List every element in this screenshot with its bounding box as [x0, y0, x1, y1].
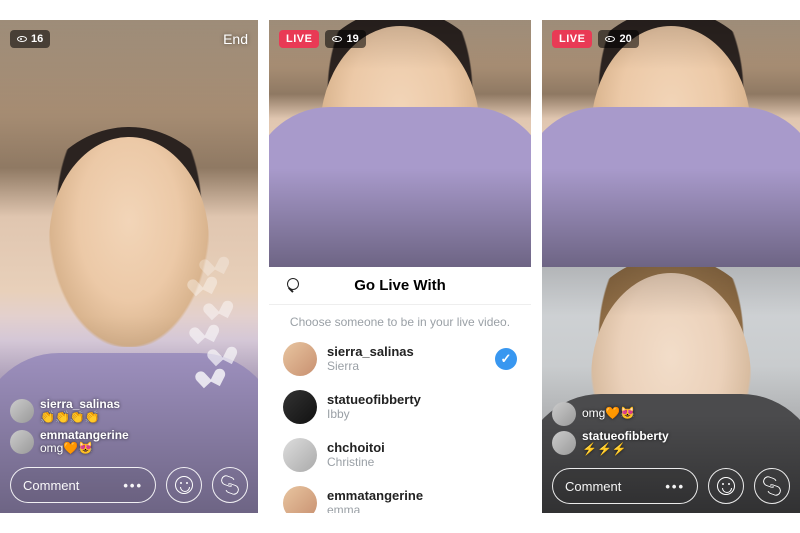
face-filters-button[interactable]: [708, 468, 744, 504]
smiley-icon: [175, 476, 193, 494]
live-badge: LIVE: [552, 30, 592, 48]
comment-feed: omg🧡😻 statueofibberty ⚡⚡⚡: [552, 402, 790, 456]
comment-item: omg🧡😻: [552, 402, 790, 426]
comment-placeholder: Comment: [23, 478, 79, 493]
comment-input[interactable]: Comment •••: [10, 467, 156, 503]
comment-text: omg🧡😻: [40, 442, 129, 455]
user-row[interactable]: sierra_salinas Sierra ✓: [269, 335, 531, 383]
more-icon[interactable]: •••: [665, 479, 685, 494]
hearts-stream: [180, 243, 250, 383]
viewer-count-pill[interactable]: 19: [325, 30, 365, 48]
user-list: sierra_salinas Sierra ✓ statueofibberty …: [269, 335, 531, 513]
smiley-icon: [717, 477, 735, 495]
switch-camera-icon: [763, 477, 781, 495]
switch-camera-button[interactable]: [754, 468, 790, 504]
comment-text: 👏👏👏👏: [40, 411, 120, 424]
split-live-screen: LIVE 20 omg🧡😻 statueofibber: [542, 20, 800, 513]
switch-camera-icon: [221, 476, 239, 494]
go-live-with-panel: Go Live With Choose someone to be in you…: [269, 267, 531, 513]
comment-placeholder: Comment: [565, 479, 621, 494]
username: emmatangerine: [327, 489, 517, 503]
live-badge: LIVE: [279, 30, 319, 48]
live-video-self: LIVE 19: [269, 20, 531, 267]
comment-item: sierra_salinas 👏👏👏👏: [10, 398, 248, 424]
face-filters-button[interactable]: [166, 467, 202, 503]
avatar: [10, 399, 34, 423]
comment-text: omg🧡😻: [582, 407, 635, 420]
comment-input[interactable]: Comment •••: [552, 468, 698, 504]
display-name: Christine: [327, 456, 517, 469]
live-video-self: LIVE 20: [542, 20, 800, 267]
panel-header: Go Live With: [269, 267, 531, 305]
viewer-count: 16: [31, 33, 43, 45]
comment-text: ⚡⚡⚡: [582, 443, 669, 456]
username: statueofibberty: [327, 393, 517, 407]
display-name: Sierra: [327, 360, 485, 373]
live-video-guest: omg🧡😻 statueofibberty ⚡⚡⚡ Comment •••: [542, 267, 800, 513]
user-row[interactable]: emmatangerine emma: [269, 479, 531, 513]
avatar: [10, 430, 34, 454]
switch-camera-button[interactable]: [212, 467, 248, 503]
panel-subtitle: Choose someone to be in your live video.: [269, 305, 531, 335]
avatar: [552, 431, 576, 455]
user-row[interactable]: chchoitoi Christine: [269, 431, 531, 479]
search-icon[interactable]: [279, 278, 295, 294]
more-icon[interactable]: •••: [123, 478, 143, 493]
viewer-count: 20: [619, 33, 631, 45]
live-video-self: 16 End sierra_salinas 👏👏👏👏: [0, 20, 258, 513]
viewer-count: 19: [346, 33, 358, 45]
viewer-count-pill[interactable]: 20: [598, 30, 638, 48]
avatar: [283, 390, 317, 424]
viewer-count-pill[interactable]: 16: [10, 30, 50, 48]
live-broadcast-screen: 16 End sierra_salinas 👏👏👏👏: [0, 20, 258, 513]
avatar: [283, 486, 317, 513]
avatar: [283, 342, 317, 376]
comment-item: statueofibberty ⚡⚡⚡: [552, 430, 790, 456]
user-row[interactable]: statueofibberty Ibby: [269, 383, 531, 431]
eye-icon: [332, 36, 342, 42]
eye-icon: [605, 36, 615, 42]
comment-user: statueofibberty: [582, 430, 669, 443]
comment-feed: sierra_salinas 👏👏👏👏 emmatangerine omg🧡😻: [10, 398, 248, 455]
username: sierra_salinas: [327, 345, 485, 359]
avatar: [552, 402, 576, 426]
go-live-with-screen: LIVE 19 Go Live With Choose someone to b…: [269, 20, 531, 513]
comment-user: emmatangerine: [40, 429, 129, 442]
display-name: Ibby: [327, 408, 517, 421]
eye-icon: [17, 36, 27, 42]
end-button[interactable]: End: [223, 31, 248, 47]
avatar: [283, 438, 317, 472]
username: chchoitoi: [327, 441, 517, 455]
panel-title: Go Live With: [354, 277, 446, 294]
comment-item: emmatangerine omg🧡😻: [10, 429, 248, 455]
selected-check-icon: ✓: [495, 348, 517, 370]
display-name: emma: [327, 504, 517, 513]
